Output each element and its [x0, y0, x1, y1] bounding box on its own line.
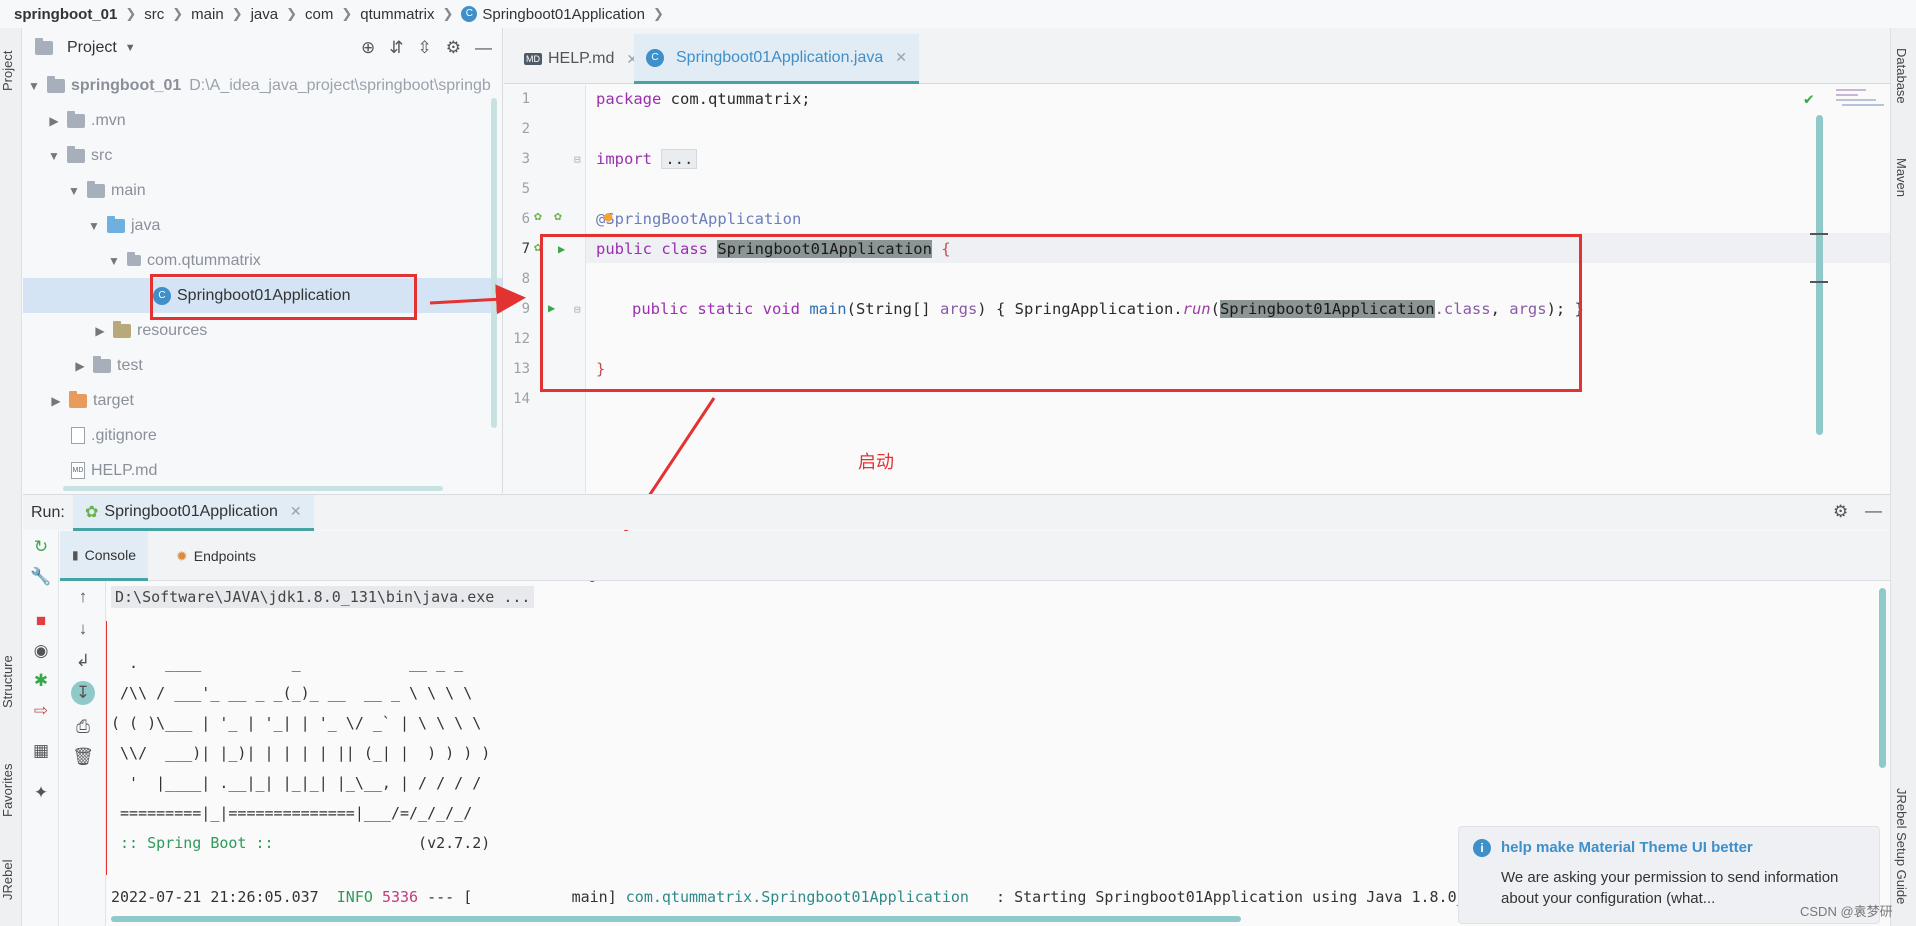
- log-message: : Starting Springboot01Application using…: [968, 888, 1466, 906]
- notification-title[interactable]: help make Material Theme UI better: [1501, 839, 1753, 856]
- arrow-down-icon[interactable]: ↓: [71, 619, 95, 639]
- console-scrollbar[interactable]: [1879, 588, 1886, 768]
- tab-label: Console: [84, 546, 136, 563]
- debug-icon[interactable]: ✱: [29, 671, 53, 691]
- console-tab-bar: ▮ Console ✹ Endpoints: [60, 531, 1890, 581]
- print-icon[interactable]: ⎙: [71, 717, 95, 737]
- info-icon: i: [1473, 839, 1491, 857]
- gear-icon[interactable]: ⚙: [1833, 502, 1848, 522]
- banner-line: \\/ ___)| |_)| | | | | || (_| | ) ) ) ): [111, 744, 491, 762]
- tab-label: Springboot01Application: [104, 502, 278, 520]
- camera-icon[interactable]: ◉: [29, 641, 53, 661]
- close-icon[interactable]: ✕: [290, 503, 302, 520]
- log-thread: --- [ main]: [418, 888, 626, 906]
- spring-boot-version-line: :: Spring Boot :: (v2.7.2): [111, 834, 490, 852]
- console-h-scrollbar[interactable]: [111, 916, 1241, 922]
- console-toolbar: ↑ ↓ ↲ ↧ ⎙ 🗑: [60, 581, 106, 926]
- console-icon: ▮: [72, 547, 79, 562]
- log-timestamp: 2022-07-21 21:26:05.037: [111, 888, 319, 906]
- endpoints-icon: ✹: [176, 547, 188, 564]
- log-logger: com.qtummatrix.Springboot01Application: [625, 888, 969, 906]
- exit-icon[interactable]: ⇨: [29, 701, 53, 721]
- banner-line: ( ( )\___ | '_ | '_| | '_ \/ _` | \ \ \ …: [111, 714, 482, 732]
- console-command-line[interactable]: D:\Software\JAVA\jdk1.8.0_131\bin\java.e…: [111, 586, 535, 608]
- tab-run-config[interactable]: ✿ Springboot01Application ✕: [73, 495, 314, 531]
- wrench-icon[interactable]: 🔧: [29, 567, 53, 587]
- command-text: D:\Software\JAVA\jdk1.8.0_131\bin\java.e…: [111, 586, 535, 608]
- pin-icon[interactable]: ✦: [29, 783, 53, 803]
- arrow-to-code: [429, 284, 526, 315]
- spring-boot-icon: ✿: [85, 503, 99, 521]
- stop-icon[interactable]: ■: [29, 611, 53, 631]
- spring-boot-version: (v2.7.2): [282, 834, 491, 852]
- banner-line: . ____ _ __ _ _: [111, 654, 464, 672]
- log-line: 2022-07-21 21:26:05.037 INFO 5336 --- [ …: [111, 888, 1466, 906]
- run-toolbar: ↻ 🔧 ■ ◉ ✱ ⇨ ▦ ✦: [23, 531, 59, 926]
- run-label: Run:: [31, 503, 65, 521]
- tab-endpoints[interactable]: ✹ Endpoints: [164, 531, 268, 581]
- arrow-up-icon[interactable]: ↑: [71, 587, 95, 607]
- watermark: CSDN @袁梦研: [1800, 904, 1893, 919]
- banner-line: /\\ / ___'_ __ _ _(_)_ __ __ _ \ \ \ \: [111, 684, 473, 702]
- tab-console[interactable]: ▮ Console: [60, 531, 148, 581]
- rerun-icon[interactable]: ↻: [29, 537, 53, 557]
- banner-line: ' |____| .__|_| |_|_| |_\__, | / / / /: [111, 774, 482, 792]
- log-level: INFO: [336, 888, 373, 906]
- minimize-icon[interactable]: —: [1865, 501, 1882, 521]
- trash-icon[interactable]: 🗑: [71, 747, 95, 767]
- spring-boot-label: :: Spring Boot ::: [111, 834, 283, 852]
- soft-wrap-icon[interactable]: ↲: [71, 651, 95, 671]
- banner-line: =========|_|==============|___/=/_/_/_/: [111, 804, 473, 822]
- run-panel-header: Run: ✿ Springboot01Application ✕ ⚙ —: [23, 494, 1890, 531]
- log-pid: 5336: [381, 888, 419, 906]
- tab-label: Endpoints: [193, 548, 257, 564]
- layout-icon[interactable]: ▦: [29, 741, 53, 761]
- scroll-to-end-icon[interactable]: ↧: [71, 681, 95, 705]
